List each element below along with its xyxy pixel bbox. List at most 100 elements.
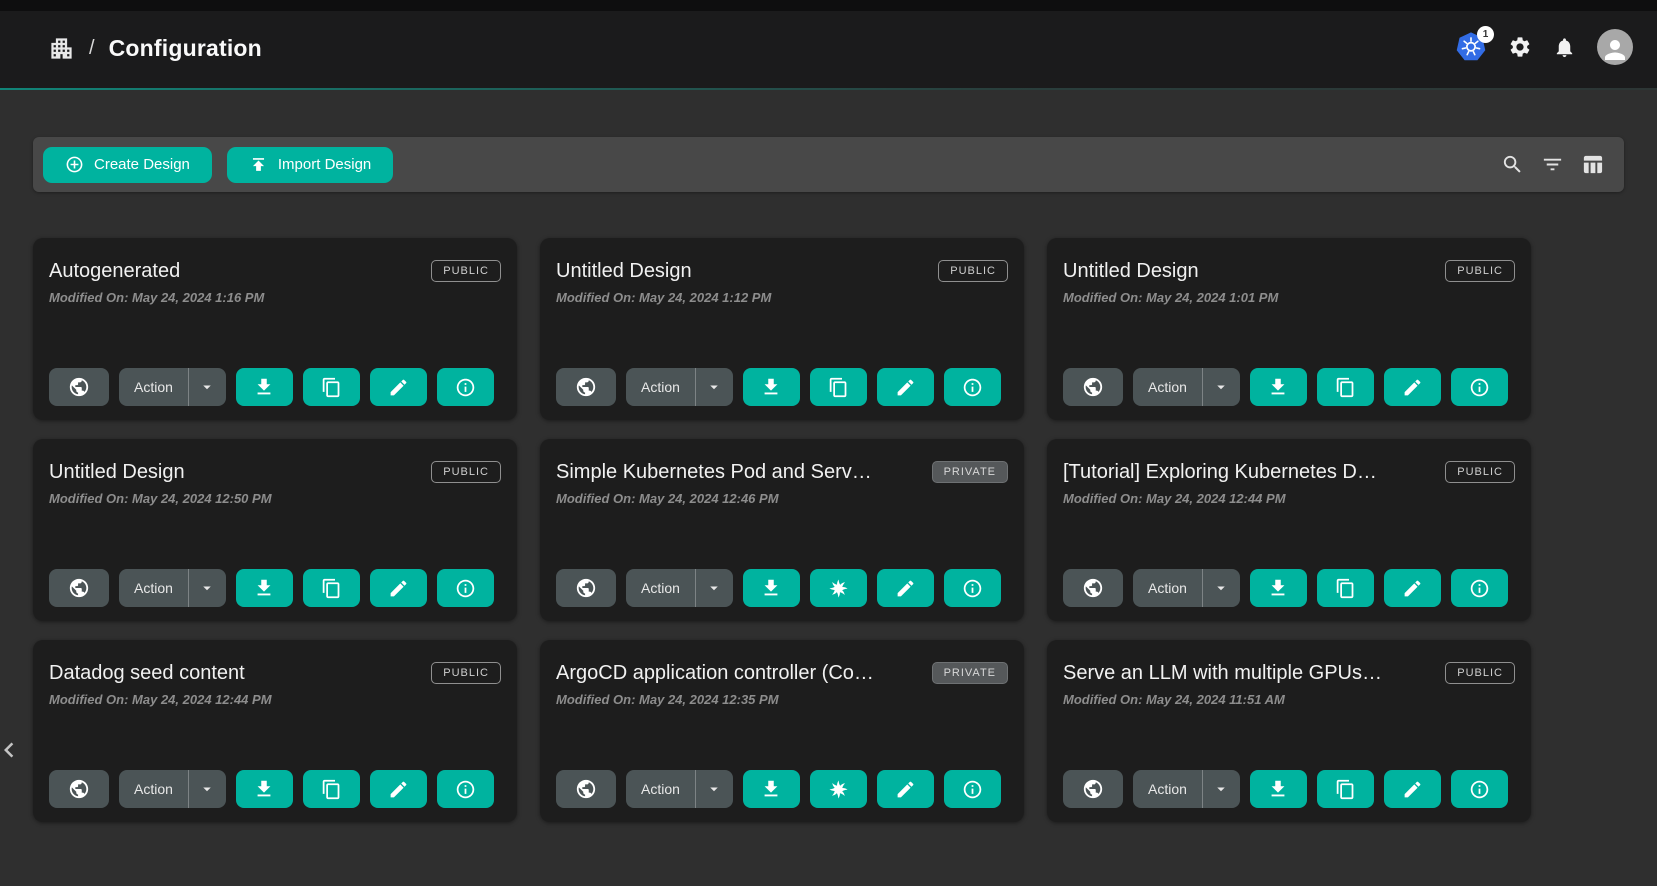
download-button[interactable] <box>236 368 293 406</box>
visibility-globe-button[interactable] <box>556 569 616 607</box>
info-button[interactable] <box>944 569 1001 607</box>
pencil-icon <box>1402 578 1423 599</box>
info-button[interactable] <box>944 770 1001 808</box>
bell-icon[interactable] <box>1553 36 1576 59</box>
chevron-down-icon[interactable] <box>188 770 226 808</box>
action-dropdown-button[interactable]: Action <box>119 569 226 607</box>
globe-icon <box>1082 376 1104 398</box>
download-icon <box>760 778 782 800</box>
design-card[interactable]: Serve an LLM with multiple GPUs… PUBLIC … <box>1047 640 1531 822</box>
edit-button[interactable] <box>370 770 427 808</box>
chevron-down-icon[interactable] <box>1202 770 1240 808</box>
design-card[interactable]: Autogenerated PUBLIC Modified On: May 24… <box>33 238 517 420</box>
download-button[interactable] <box>236 569 293 607</box>
action-dropdown-button[interactable]: Action <box>1133 569 1240 607</box>
filter-icon[interactable] <box>1541 153 1564 176</box>
copy-icon <box>1335 578 1356 599</box>
action-dropdown-button[interactable]: Action <box>626 569 733 607</box>
info-button[interactable] <box>437 569 494 607</box>
visibility-globe-button[interactable] <box>49 770 109 808</box>
visibility-globe-button[interactable] <box>1063 770 1123 808</box>
download-button[interactable] <box>743 770 800 808</box>
action-dropdown-button[interactable]: Action <box>119 770 226 808</box>
copy-button[interactable] <box>303 770 360 808</box>
organization-building-icon[interactable] <box>48 35 75 62</box>
kanvas-button[interactable] <box>810 770 867 808</box>
design-card[interactable]: Untitled Design PUBLIC Modified On: May … <box>540 238 1024 420</box>
design-card[interactable]: Simple Kubernetes Pod and Serv… PRIVATE … <box>540 439 1024 621</box>
edit-button[interactable] <box>1384 569 1441 607</box>
action-dropdown-button[interactable]: Action <box>119 368 226 406</box>
download-button[interactable] <box>1250 368 1307 406</box>
pencil-icon <box>895 377 916 398</box>
visibility-globe-button[interactable] <box>1063 569 1123 607</box>
chevron-down-icon[interactable] <box>188 569 226 607</box>
copy-button[interactable] <box>810 368 867 406</box>
action-dropdown-button[interactable]: Action <box>626 368 733 406</box>
design-card[interactable]: Untitled Design PUBLIC Modified On: May … <box>33 439 517 621</box>
edit-button[interactable] <box>370 569 427 607</box>
copy-button[interactable] <box>303 368 360 406</box>
design-card[interactable]: [Tutorial] Exploring Kubernetes D… PUBLI… <box>1047 439 1531 621</box>
search-icon[interactable] <box>1501 153 1524 176</box>
chevron-down-icon[interactable] <box>188 368 226 406</box>
kanvas-spiral-icon <box>827 577 850 600</box>
visibility-badge: PRIVATE <box>932 461 1008 483</box>
download-button[interactable] <box>1250 770 1307 808</box>
copy-button[interactable] <box>1317 569 1374 607</box>
sidebar-expand-toggle[interactable] <box>0 735 24 765</box>
kubernetes-context-icon[interactable]: 1 <box>1455 31 1487 63</box>
chevron-down-icon[interactable] <box>695 770 733 808</box>
kanvas-button[interactable] <box>810 569 867 607</box>
card-actions: Action <box>1063 569 1515 607</box>
info-button[interactable] <box>1451 770 1508 808</box>
edit-button[interactable] <box>877 569 934 607</box>
download-button[interactable] <box>236 770 293 808</box>
gear-icon[interactable] <box>1508 35 1532 59</box>
visibility-globe-button[interactable] <box>49 569 109 607</box>
card-actions: Action <box>1063 770 1515 808</box>
chevron-down-icon[interactable] <box>695 368 733 406</box>
edit-button[interactable] <box>1384 770 1441 808</box>
download-button[interactable] <box>1250 569 1307 607</box>
create-design-button[interactable]: Create Design <box>43 147 212 183</box>
design-card[interactable]: Datadog seed content PUBLIC Modified On:… <box>33 640 517 822</box>
visibility-globe-button[interactable] <box>49 368 109 406</box>
action-dropdown-button[interactable]: Action <box>1133 368 1240 406</box>
edit-button[interactable] <box>1384 368 1441 406</box>
info-button[interactable] <box>1451 569 1508 607</box>
design-card[interactable]: ArgoCD application controller (Co… PRIVA… <box>540 640 1024 822</box>
edit-button[interactable] <box>370 368 427 406</box>
info-button[interactable] <box>1451 368 1508 406</box>
visibility-globe-button[interactable] <box>556 368 616 406</box>
card-header: Untitled Design PUBLIC <box>1063 254 1515 283</box>
action-dropdown-button[interactable]: Action <box>626 770 733 808</box>
chevron-down-icon[interactable] <box>1202 569 1240 607</box>
table-view-icon[interactable] <box>1581 153 1604 176</box>
design-title: Serve an LLM with multiple GPUs… <box>1063 656 1382 685</box>
action-dropdown-button[interactable]: Action <box>1133 770 1240 808</box>
visibility-badge: PUBLIC <box>431 662 501 684</box>
chevron-down-icon[interactable] <box>695 569 733 607</box>
copy-button[interactable] <box>303 569 360 607</box>
info-button[interactable] <box>437 368 494 406</box>
user-avatar[interactable] <box>1597 29 1633 65</box>
design-card[interactable]: Untitled Design PUBLIC Modified On: May … <box>1047 238 1531 420</box>
edit-button[interactable] <box>877 368 934 406</box>
modified-on: Modified On: May 24, 2024 1:16 PM <box>49 290 501 305</box>
chevron-down-icon[interactable] <box>1202 368 1240 406</box>
info-button[interactable] <box>944 368 1001 406</box>
visibility-globe-button[interactable] <box>1063 368 1123 406</box>
download-icon <box>253 577 275 599</box>
edit-button[interactable] <box>877 770 934 808</box>
download-button[interactable] <box>743 368 800 406</box>
copy-button[interactable] <box>1317 770 1374 808</box>
action-button-label: Action <box>626 569 695 607</box>
copy-button[interactable] <box>1317 368 1374 406</box>
info-button[interactable] <box>437 770 494 808</box>
modified-on: Modified On: May 24, 2024 11:51 AM <box>1063 692 1515 707</box>
import-design-button[interactable]: Import Design <box>227 147 393 183</box>
visibility-globe-button[interactable] <box>556 770 616 808</box>
download-button[interactable] <box>743 569 800 607</box>
globe-icon <box>1082 577 1104 599</box>
